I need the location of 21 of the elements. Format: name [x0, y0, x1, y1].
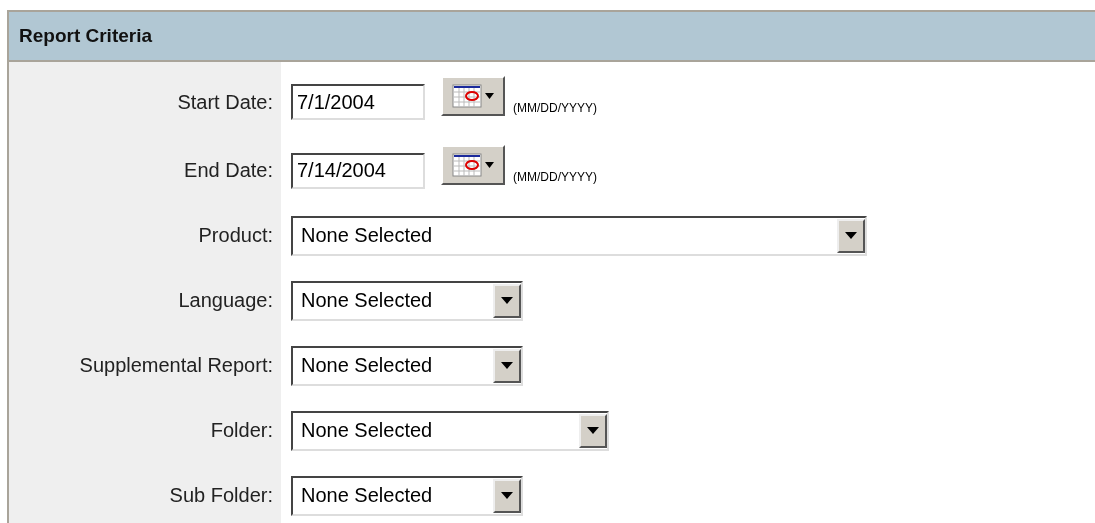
field-label: Language: — [178, 289, 273, 312]
dropdown[interactable]: None Selected — [291, 345, 523, 386]
calendar-icon — [450, 82, 496, 110]
calendar-button[interactable] — [441, 76, 505, 116]
panel-title: Report Criteria — [19, 25, 153, 47]
dropdown[interactable]: None Selected — [291, 410, 609, 451]
dropdown[interactable]: None Selected — [291, 215, 867, 256]
field-label: Supplemental Report: — [79, 354, 273, 377]
date-format-hint: (MM/DD/YYYY) — [513, 169, 597, 184]
field-label: End Date: — [184, 159, 273, 182]
field-label: Product: — [198, 224, 273, 247]
date-format-hint: (MM/DD/YYYY) — [513, 101, 597, 115]
field-label: Folder: — [210, 419, 273, 442]
dropdown[interactable]: None Selected — [291, 475, 523, 516]
calendar-icon — [450, 150, 496, 179]
date-field[interactable]: 7/1/2004 — [291, 84, 425, 120]
dropdown[interactable]: None Selected — [291, 280, 523, 321]
field-label: Start Date: — [177, 90, 273, 114]
field-label: Sub Folder: — [169, 484, 273, 507]
calendar-button[interactable] — [441, 144, 505, 185]
date-field[interactable]: 7/14/2004 — [291, 152, 425, 189]
